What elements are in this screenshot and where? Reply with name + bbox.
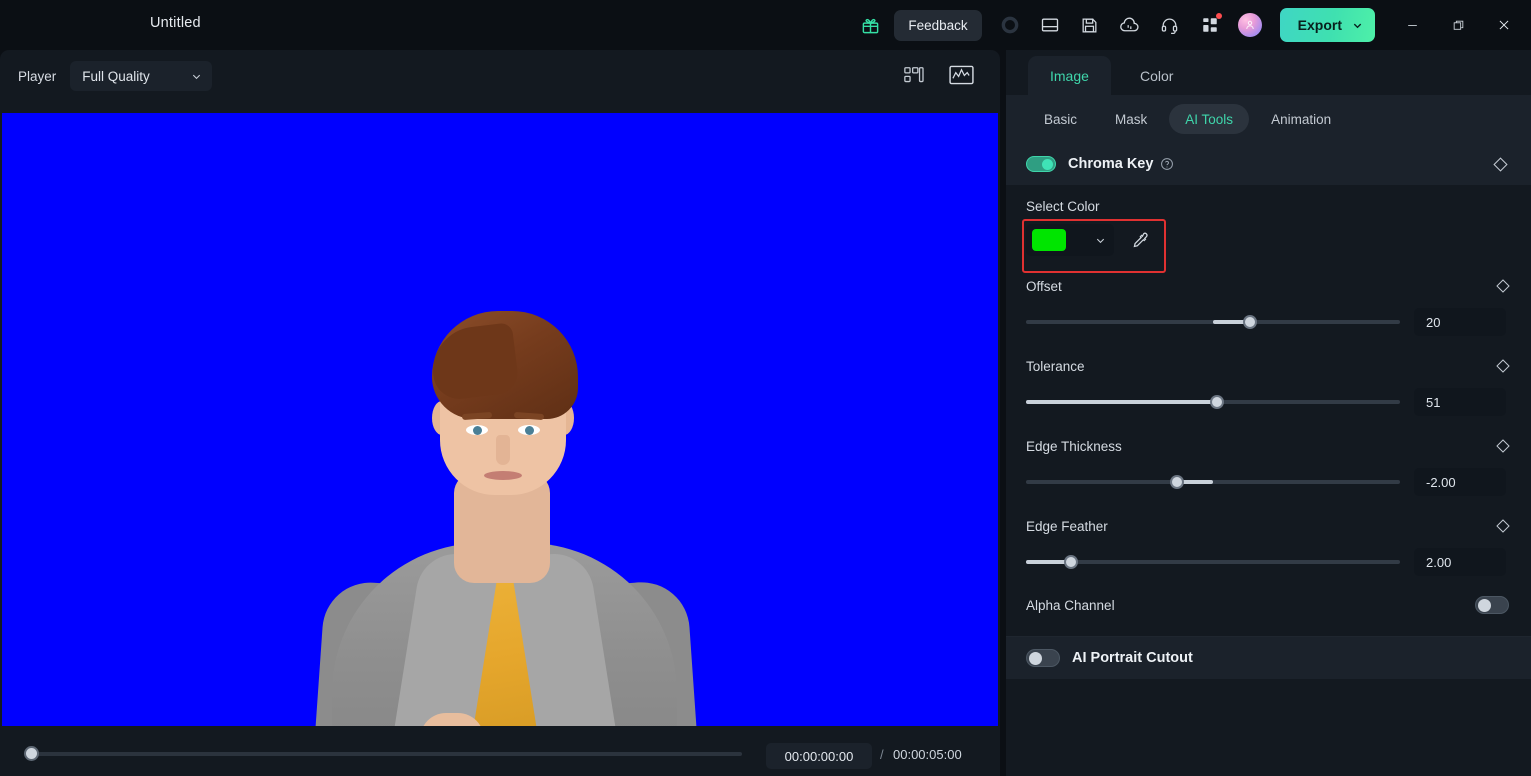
tolerance-label: Tolerance <box>1026 358 1085 374</box>
player-header-icons <box>898 60 976 90</box>
subtab-mask[interactable]: Mask <box>1099 104 1163 134</box>
eyedropper-icon[interactable] <box>1124 225 1154 255</box>
offset-group: Offset 20 <box>1006 256 1531 336</box>
timecode-separator: / <box>880 747 884 762</box>
video-preview-stage[interactable] <box>2 113 998 726</box>
panel-content: Chroma Key Select Color Offset 20 Tolera… <box>1006 143 1531 776</box>
grid-layout-icon[interactable] <box>898 60 928 90</box>
chroma-key-section-header: Chroma Key <box>1006 143 1531 185</box>
ai-portrait-cutout-header: AI Portrait Cutout <box>1006 637 1531 679</box>
offset-slider[interactable] <box>1026 314 1400 330</box>
scrub-track[interactable] <box>30 752 742 756</box>
keyframe-diamond-icon-edge-thickness[interactable] <box>1495 438 1511 454</box>
tab-color[interactable]: Color <box>1118 56 1195 95</box>
edge-feather-label: Edge Feather <box>1026 518 1108 534</box>
select-color-group: Select Color <box>1006 185 1531 256</box>
subtab-ai-tools[interactable]: AI Tools <box>1169 104 1250 134</box>
title-bar: Untitled Feedback Export <box>0 0 1531 50</box>
restore-icon[interactable] <box>1435 0 1481 50</box>
waveform-scope-icon[interactable] <box>946 60 976 90</box>
color-picker-row <box>1026 224 1511 256</box>
edge-feather-slider[interactable] <box>1026 554 1400 570</box>
chevron-down-icon <box>1353 23 1362 28</box>
edge-thickness-slider[interactable] <box>1026 474 1400 490</box>
offset-value-input[interactable]: 20 <box>1414 308 1506 336</box>
layout-icon[interactable] <box>1030 5 1070 45</box>
tolerance-group: Tolerance 51 <box>1006 336 1531 416</box>
headset-icon[interactable] <box>1150 5 1190 45</box>
current-timecode[interactable]: 00:00:00:00 <box>766 743 872 769</box>
apps-notification-dot <box>1215 13 1222 19</box>
project-title: Untitled <box>150 15 201 31</box>
chevron-down-icon <box>193 74 201 79</box>
select-color-label: Select Color <box>1026 199 1100 214</box>
subtab-animation[interactable]: Animation <box>1255 104 1347 134</box>
panel-subtabs: Basic Mask AI Tools Animation <box>1006 95 1531 143</box>
edge-thickness-label: Edge Thickness <box>1026 438 1122 454</box>
edge-feather-group: Edge Feather 2.00 <box>1006 496 1531 576</box>
edge-thickness-value-input[interactable]: -2.00 <box>1414 468 1506 496</box>
alpha-channel-toggle[interactable] <box>1475 596 1509 614</box>
chroma-key-toggle[interactable] <box>1026 156 1056 172</box>
save-icon[interactable] <box>1070 5 1110 45</box>
apps-grid-icon[interactable] <box>1190 5 1230 45</box>
quality-value: Full Quality <box>82 68 150 84</box>
subtab-basic[interactable]: Basic <box>1028 104 1093 134</box>
record-icon[interactable] <box>990 5 1030 45</box>
keyframe-diamond-icon-tolerance[interactable] <box>1495 358 1511 374</box>
ai-portrait-cutout-toggle[interactable] <box>1026 649 1060 667</box>
chevron-down-icon <box>1096 238 1105 243</box>
video-editor-window: Untitled Feedback Export Player Full Qua… <box>0 0 1531 776</box>
tolerance-slider[interactable] <box>1026 394 1400 410</box>
avatar <box>1237 13 1262 37</box>
panel-tabs: Image Color <box>1006 50 1531 95</box>
keyframe-diamond-icon-chroma[interactable] <box>1492 156 1509 173</box>
color-select-dropdown[interactable] <box>1026 224 1114 256</box>
edge-thickness-group: Edge Thickness -2.00 <box>1006 416 1531 496</box>
selected-color-swatch <box>1032 229 1066 251</box>
user-avatar[interactable] <box>1230 5 1270 45</box>
edge-feather-value-input[interactable]: 2.00 <box>1414 548 1506 576</box>
properties-panel: Image Color Basic Mask AI Tools Animatio… <box>1006 50 1531 776</box>
total-timecode: 00:00:05:00 <box>893 747 962 762</box>
feedback-button[interactable]: Feedback <box>894 9 982 41</box>
offset-label: Offset <box>1026 278 1062 294</box>
tolerance-value-input[interactable]: 51 <box>1414 388 1506 416</box>
quality-select[interactable]: Full Quality <box>70 61 213 91</box>
cloud-upload-icon[interactable] <box>1110 5 1150 45</box>
playhead-handle[interactable] <box>24 746 39 761</box>
player-panel: Player Full Quality 00:00:00:00 / 00:00:… <box>0 50 1000 776</box>
ai-portrait-cutout-title: AI Portrait Cutout <box>1072 650 1193 666</box>
close-icon[interactable] <box>1481 0 1527 50</box>
alpha-channel-row: Alpha Channel <box>1006 576 1531 614</box>
gift-icon[interactable] <box>850 5 890 45</box>
minimize-icon[interactable] <box>1389 0 1435 50</box>
titlebar-actions: Feedback Export <box>850 0 1531 50</box>
player-label: Player <box>18 68 57 84</box>
export-label: Export <box>1297 17 1342 33</box>
tab-image[interactable]: Image <box>1028 56 1111 95</box>
keyframe-diamond-icon-edge-feather[interactable] <box>1495 518 1511 534</box>
chroma-key-title: Chroma Key <box>1068 156 1154 172</box>
player-header: Player Full Quality <box>0 50 1000 102</box>
keyframe-diamond-icon-offset[interactable] <box>1495 278 1511 294</box>
help-circle-icon[interactable] <box>1160 157 1174 171</box>
alpha-channel-label: Alpha Channel <box>1026 597 1115 613</box>
subject-person-image <box>2 113 998 726</box>
export-button[interactable]: Export <box>1279 8 1375 42</box>
player-scrubber-row: 00:00:00:00 / 00:00:05:00 <box>0 740 1000 776</box>
